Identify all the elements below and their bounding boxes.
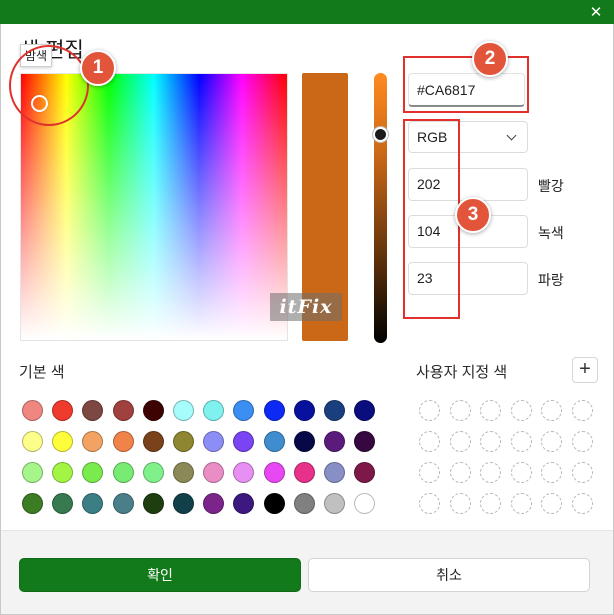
basic-color-swatch[interactable]: [233, 493, 255, 514]
basic-color-swatch[interactable]: [22, 462, 43, 483]
basic-color-swatch[interactable]: [82, 493, 104, 514]
custom-color-slot[interactable]: [449, 431, 471, 452]
basic-color-swatch[interactable]: [203, 431, 225, 452]
basic-color-swatch[interactable]: [293, 493, 315, 514]
value-slider-thumb[interactable]: [373, 127, 388, 142]
annotation-badge-3: 3: [455, 197, 491, 233]
value-slider-track[interactable]: [374, 73, 387, 343]
custom-color-slot[interactable]: [541, 493, 562, 514]
custom-color-slot[interactable]: [571, 462, 593, 483]
custom-colors-label: 사용자 지정 색: [416, 364, 508, 381]
basic-color-swatch[interactable]: [293, 400, 315, 421]
close-icon[interactable]: ✕: [586, 2, 606, 22]
cancel-button[interactable]: 취소: [308, 558, 590, 592]
basic-color-swatch[interactable]: [324, 400, 345, 421]
basic-color-swatch[interactable]: [112, 431, 134, 452]
custom-color-slot[interactable]: [480, 462, 501, 483]
basic-color-swatch[interactable]: [324, 431, 345, 452]
basic-color-swatch[interactable]: [82, 462, 104, 483]
custom-color-slot[interactable]: [449, 493, 471, 514]
custom-color-slot[interactable]: [541, 462, 562, 483]
custom-color-slot[interactable]: [510, 400, 532, 421]
custom-color-slot[interactable]: [449, 462, 471, 483]
custom-color-slot[interactable]: [419, 462, 440, 483]
color-name-tooltip: 밤색: [20, 44, 53, 67]
basic-color-swatch[interactable]: [173, 400, 194, 421]
basic-color-swatch[interactable]: [112, 462, 134, 483]
basic-color-swatch[interactable]: [263, 493, 285, 514]
custom-color-slot[interactable]: [541, 400, 562, 421]
add-custom-color-button[interactable]: +: [572, 357, 598, 383]
spectrum-picker-handle[interactable]: [31, 95, 48, 112]
hex-input[interactable]: #CA6817: [408, 73, 525, 107]
basic-color-swatch[interactable]: [112, 493, 134, 514]
ok-button[interactable]: 확인: [19, 558, 301, 592]
custom-color-slot[interactable]: [510, 431, 532, 452]
custom-color-slot[interactable]: [510, 493, 532, 514]
basic-color-swatch[interactable]: [203, 400, 225, 421]
basic-color-swatch[interactable]: [233, 400, 255, 421]
basic-color-swatch[interactable]: [354, 493, 376, 514]
chevron-down-icon: [506, 130, 517, 141]
basic-color-swatch[interactable]: [354, 462, 376, 483]
annotation-badge-2: 2: [472, 41, 508, 77]
basic-color-swatch[interactable]: [233, 462, 255, 483]
title-bar: ✕: [0, 0, 614, 24]
basic-color-swatch[interactable]: [142, 400, 164, 421]
blue-label: 파랑: [538, 272, 564, 288]
green-label: 녹색: [538, 225, 564, 241]
basic-color-swatch[interactable]: [22, 493, 43, 514]
basic-color-swatch[interactable]: [22, 431, 43, 452]
custom-color-slot[interactable]: [571, 493, 593, 514]
color-mode-value: RGB: [417, 129, 448, 145]
basic-color-swatch[interactable]: [263, 431, 285, 452]
basic-color-swatch[interactable]: [142, 431, 164, 452]
watermark-logo: itFix: [270, 293, 342, 321]
basic-color-swatch[interactable]: [52, 493, 74, 514]
basic-color-swatch[interactable]: [263, 400, 285, 421]
basic-color-swatch[interactable]: [293, 431, 315, 452]
custom-color-slot[interactable]: [571, 431, 593, 452]
custom-color-slot[interactable]: [541, 431, 562, 452]
custom-color-slot[interactable]: [510, 462, 532, 483]
basic-color-swatch[interactable]: [203, 493, 225, 514]
basic-color-swatch[interactable]: [354, 400, 376, 421]
basic-color-swatch[interactable]: [52, 462, 74, 483]
custom-color-slot[interactable]: [419, 493, 440, 514]
blue-input[interactable]: 23: [408, 262, 528, 295]
custom-color-slot[interactable]: [480, 400, 501, 421]
basic-color-swatch[interactable]: [173, 431, 194, 452]
red-label: 빨강: [538, 178, 564, 194]
annotation-badge-1: 1: [80, 50, 116, 86]
custom-color-slot[interactable]: [449, 400, 471, 421]
basic-color-swatch[interactable]: [52, 400, 74, 421]
custom-color-slot[interactable]: [419, 400, 440, 421]
basic-color-swatch[interactable]: [112, 400, 134, 421]
color-mode-dropdown[interactable]: RGB: [408, 121, 528, 153]
basic-color-swatch[interactable]: [203, 462, 225, 483]
basic-color-swatch[interactable]: [52, 431, 74, 452]
custom-color-slot[interactable]: [419, 431, 440, 452]
basic-colors-label: 기본 색: [19, 364, 65, 381]
basic-color-swatch[interactable]: [324, 493, 345, 514]
basic-color-swatch[interactable]: [82, 400, 104, 421]
basic-color-swatch[interactable]: [142, 493, 164, 514]
custom-color-slot[interactable]: [480, 431, 501, 452]
basic-color-swatch[interactable]: [173, 493, 194, 514]
basic-color-swatch[interactable]: [233, 431, 255, 452]
basic-color-swatch[interactable]: [82, 431, 104, 452]
basic-color-swatch[interactable]: [263, 462, 285, 483]
custom-color-slot[interactable]: [480, 493, 501, 514]
red-input[interactable]: 202: [408, 168, 528, 201]
basic-color-swatch[interactable]: [324, 462, 345, 483]
basic-color-swatch[interactable]: [22, 400, 43, 421]
basic-color-swatch[interactable]: [354, 431, 376, 452]
basic-color-swatch[interactable]: [293, 462, 315, 483]
basic-color-swatch[interactable]: [173, 462, 194, 483]
color-spectrum[interactable]: [20, 73, 288, 341]
basic-color-swatch[interactable]: [142, 462, 164, 483]
custom-color-slot[interactable]: [571, 400, 593, 421]
